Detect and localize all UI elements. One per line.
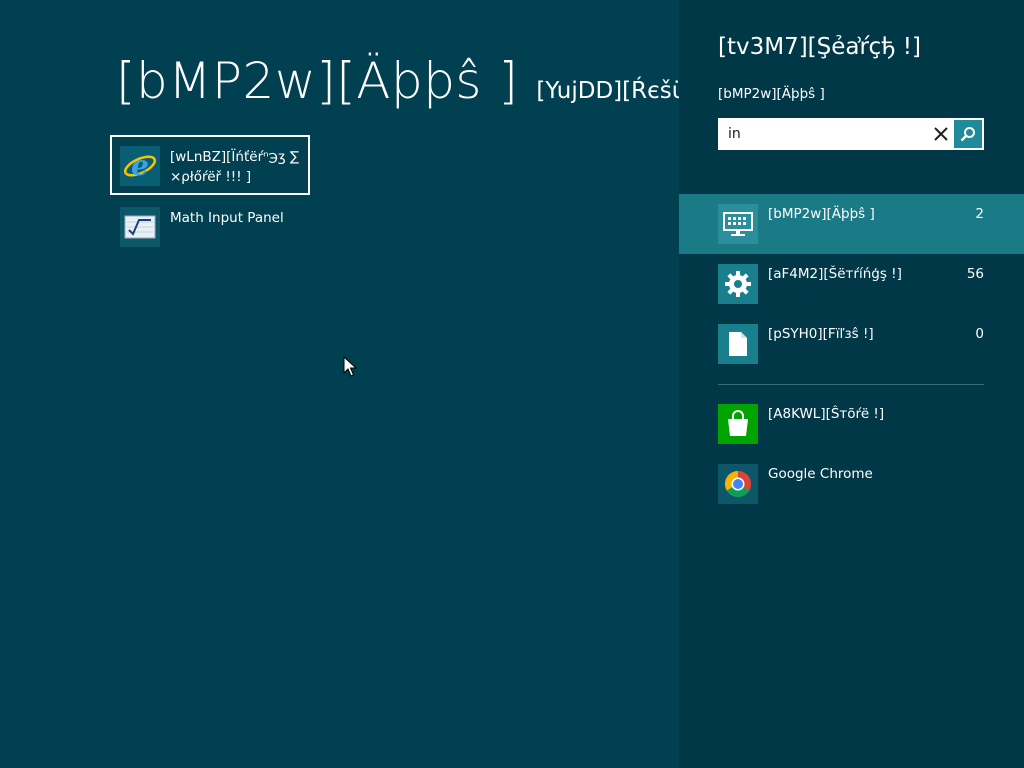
results-title: [bMP2w][Äþþŝ ] [116, 52, 519, 110]
close-icon [934, 127, 948, 141]
scope-row-label: [bMP2w][Äþþŝ ] [768, 206, 875, 222]
scope-row-count: 2 [975, 206, 984, 222]
scope-divider [718, 384, 984, 385]
search-app-store[interactable]: [A8KWL][Ŝтõŕë !] [679, 394, 1024, 454]
scope-row-apps[interactable]: [bMP2w][Äþþŝ ] 2 [679, 194, 1024, 254]
search-icon [960, 127, 975, 142]
search-scope-label: [bMP2w][Äþþŝ ] [718, 86, 825, 102]
apps-icon [718, 204, 758, 244]
result-tile-internet-explorer[interactable]: e [wLnBZ][Ïńťëŕⁿ℈ʒ ∑×ρłőŕëř !!! ] [110, 135, 310, 195]
scope-row-settings[interactable]: [aF4M2][Šëтŕíńģş !] 56 [679, 254, 1024, 314]
scope-row-files[interactable]: [pSYH0][Fïľзŝ !] 0 [679, 314, 1024, 374]
start-search-screen: [bMP2w][Äþþŝ ] [YujDD][Ŕєšü e [wLnBZ][Ïńť… [0, 0, 1024, 768]
results-subtitle: [YujDD][Ŕєšü [536, 78, 679, 104]
search-charm-pane: [tv3M7][Şẻẚŕçђ !] [bMP2w][Äþþŝ ] in [bMP… [679, 0, 1024, 768]
search-button[interactable] [952, 118, 984, 150]
search-app-label: [A8KWL][Ŝтõŕë !] [768, 406, 885, 422]
result-tile-label: Math Input Panel [170, 210, 284, 226]
internet-explorer-icon: e [120, 146, 160, 186]
scope-row-count: 56 [966, 266, 984, 282]
result-tile-label: [wLnBZ][Ïńťëŕⁿ℈ʒ ∑×ρłőŕëř !!! ] [170, 149, 300, 185]
settings-gear-icon [718, 264, 758, 304]
svg-text:e: e [131, 149, 149, 182]
search-app-label: Google Chrome [768, 466, 873, 482]
files-icon [718, 324, 758, 364]
search-pane-title: [tv3M7][Şẻẚŕçђ !] [718, 34, 921, 60]
chrome-icon [718, 464, 758, 504]
scope-row-label: [pSYH0][Fïľзŝ !] [768, 326, 874, 342]
scope-row-count: 0 [975, 326, 984, 342]
search-box [718, 118, 984, 150]
search-input[interactable] [718, 118, 918, 150]
store-icon [718, 404, 758, 444]
scope-row-label: [aF4M2][Šëтŕíńģş !] [768, 266, 902, 282]
search-results-area: [bMP2w][Äþþŝ ] [YujDD][Ŕєšü e [wLnBZ][Ïńť… [0, 0, 679, 768]
results-header: [bMP2w][Äþþŝ ] [YujDD][Ŕєšü [116, 48, 679, 124]
math-input-panel-icon [120, 207, 160, 247]
search-app-google-chrome[interactable]: Google Chrome [679, 454, 1024, 514]
mouse-pointer-icon [343, 355, 358, 382]
result-tile-math-input-panel[interactable]: Math Input Panel [110, 196, 310, 256]
